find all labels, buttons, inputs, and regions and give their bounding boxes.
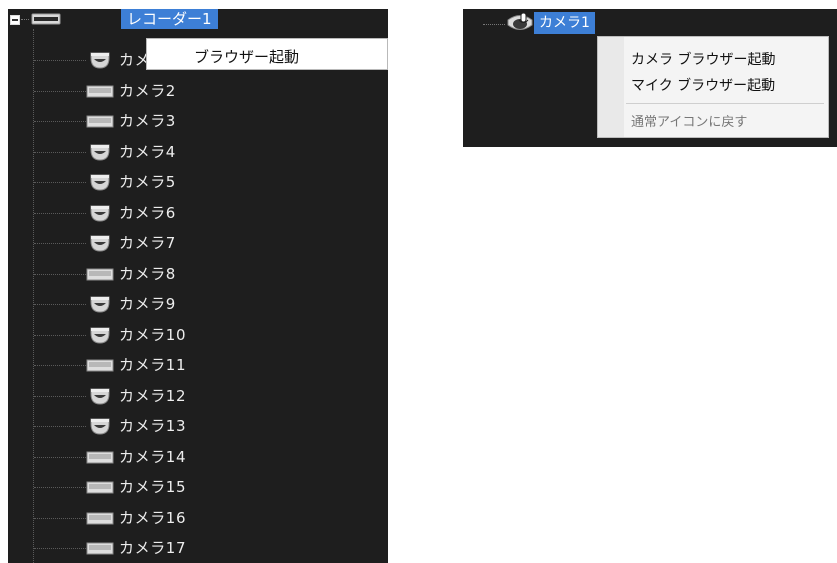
dome-camera-icon (86, 387, 114, 405)
camera-with-mic-icon (507, 12, 533, 30)
box-camera-icon (86, 356, 114, 374)
tree-item-camera[interactable]: カメラ6 (8, 198, 388, 228)
tree-item-camera[interactable]: カメラ13 (8, 411, 388, 441)
box-camera-icon (86, 265, 114, 283)
menu-icon-gutter (598, 37, 624, 137)
tree-item-camera[interactable]: カメラ4 (8, 137, 388, 167)
tree-connector (34, 121, 86, 122)
tree-connector (34, 487, 86, 488)
tree-item-camera[interactable]: カメラ10 (8, 320, 388, 350)
tree-connector (34, 182, 86, 183)
camera-label[interactable]: カメラ13 (119, 417, 186, 435)
camera-label[interactable]: カメラ12 (119, 387, 186, 405)
tree-item-camera[interactable]: カメラ17 (8, 533, 388, 563)
tree-connector (34, 365, 86, 366)
tree-connector (34, 243, 86, 244)
recorder-icon (31, 13, 61, 25)
dome-camera-icon (86, 234, 114, 252)
tree-item-camera[interactable]: カメラ5 (8, 167, 388, 197)
tree-item-camera[interactable]: カメラ14 (8, 442, 388, 472)
tree-item-camera[interactable]: カメラ16 (8, 503, 388, 533)
box-camera-icon (86, 82, 114, 100)
tree-item-camera[interactable]: カメラ9 (8, 289, 388, 319)
menu-item-camera-browser-launch[interactable]: カメラ ブラウザー起動 (631, 49, 775, 69)
tree-connector (34, 395, 86, 397)
tree-connector (34, 273, 86, 275)
dome-camera-icon (86, 326, 114, 344)
context-menu-recorder: ブラウザー起動 (146, 38, 388, 70)
tree-root-recorder[interactable]: レコーダー1 (8, 9, 388, 29)
camera-label[interactable]: カメラ4 (119, 143, 176, 161)
device-tree-panel: レコーダー1 カメラ1カメラ2カメラ3カメラ4カメラ5カメラ6カメラ7カメラ8カ… (8, 9, 388, 563)
dome-camera-icon (86, 173, 114, 191)
dome-camera-icon (86, 204, 114, 222)
camera-label[interactable]: カメラ3 (119, 112, 176, 130)
menu-item-mic-browser-launch[interactable]: マイク ブラウザー起動 (631, 75, 775, 95)
box-camera-icon (86, 448, 114, 466)
tree-connector (34, 151, 86, 153)
camera-label[interactable]: カメラ15 (119, 478, 186, 496)
box-camera-icon (86, 509, 114, 527)
collapse-toggle-icon[interactable] (10, 15, 20, 25)
tree-connector (34, 456, 86, 458)
camera-label[interactable]: カメラ14 (119, 448, 186, 466)
tree-connector (34, 90, 86, 92)
tree-connector (34, 212, 86, 214)
camera-label[interactable]: カメラ7 (119, 234, 176, 252)
recorder-label[interactable]: レコーダー1 (121, 9, 218, 29)
tree-item-camera[interactable]: カメラ2 (8, 76, 388, 106)
tree-item-camera[interactable]: カメラ7 (8, 228, 388, 258)
tree-connector (34, 548, 86, 549)
tree-connector (34, 426, 86, 427)
tree-item-camera[interactable]: カメラ8 (8, 259, 388, 289)
camera-label[interactable]: カメラ10 (119, 326, 186, 344)
menu-item-restore-normal-icon: 通常アイコンに戻す (631, 115, 748, 130)
camera-label[interactable]: カメラ17 (119, 539, 186, 557)
context-menu-camera: カメラ ブラウザー起動 マイク ブラウザー起動 通常アイコンに戻す (597, 36, 829, 138)
box-camera-icon (86, 539, 114, 557)
dome-camera-icon (86, 51, 114, 69)
tree-connector (483, 24, 505, 25)
camera-label[interactable]: カメラ16 (119, 509, 186, 527)
tree-item-camera[interactable]: カメラ15 (8, 472, 388, 502)
tree-connector (34, 304, 86, 305)
dome-camera-icon (86, 417, 114, 435)
camera-label[interactable]: カメラ6 (119, 204, 176, 222)
camera-label[interactable]: カメラ5 (119, 173, 176, 191)
box-camera-icon (86, 112, 114, 130)
menu-separator (626, 103, 824, 104)
tree-connector (34, 517, 86, 519)
camera-label[interactable]: カメラ2 (119, 82, 176, 100)
camera-label[interactable]: カメラ8 (119, 265, 176, 283)
box-camera-icon (86, 478, 114, 496)
camera-tree-panel: カメラ1 カメラ ブラウザー起動 マイク ブラウザー起動 通常アイコンに戻す (463, 9, 837, 147)
tree-connector (21, 19, 29, 20)
tree-item-camera[interactable]: カメラ3 (8, 106, 388, 136)
tree-connector (34, 334, 86, 336)
dome-camera-icon (86, 143, 114, 161)
menu-item-browser-launch[interactable]: ブラウザー起動 (194, 46, 299, 67)
camera-label[interactable]: カメラ11 (119, 356, 186, 374)
tree-item-camera[interactable]: カメラ11 (8, 350, 388, 380)
camera1-label[interactable]: カメラ1 (534, 12, 595, 34)
camera-label[interactable]: カメラ9 (119, 295, 176, 313)
tree-connector (34, 60, 86, 61)
dome-camera-icon (86, 295, 114, 313)
tree-item-camera[interactable]: カメラ12 (8, 381, 388, 411)
